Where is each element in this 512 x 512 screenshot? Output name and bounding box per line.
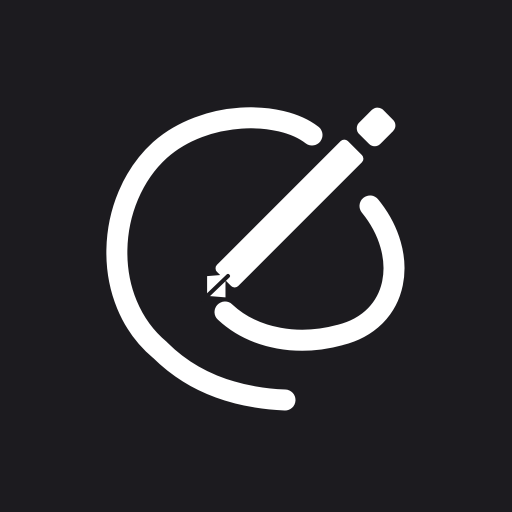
pencil-loop-icon: [0, 0, 512, 512]
app-icon: [0, 0, 512, 512]
